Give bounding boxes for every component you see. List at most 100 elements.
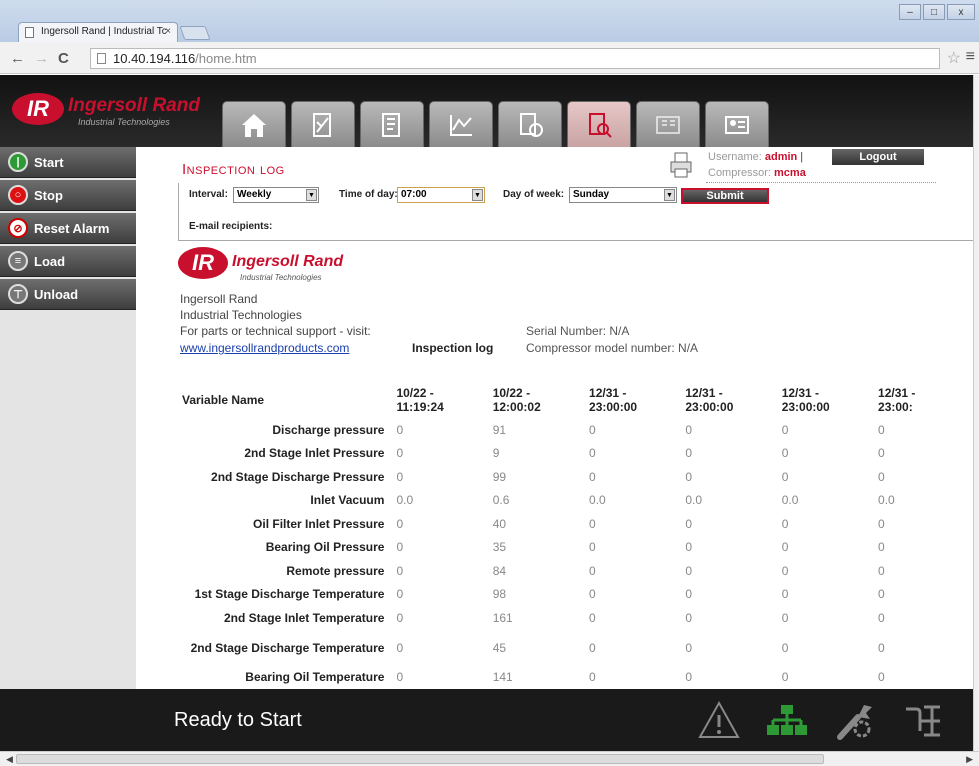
- value-cell: 35: [492, 540, 507, 555]
- value-cell: 0: [781, 446, 789, 461]
- menu-icon[interactable]: ≡: [966, 48, 975, 66]
- stop-button[interactable]: ○ Stop: [0, 180, 136, 211]
- column-header-time: 23:00:00: [781, 400, 830, 414]
- vertical-scrollbar[interactable]: [973, 75, 979, 751]
- tab-maintenance[interactable]: [636, 101, 700, 147]
- value-cell: 0.0: [589, 493, 606, 508]
- chevron-down-icon: ▼: [472, 189, 483, 201]
- reload-icon[interactable]: C: [58, 50, 69, 67]
- inspection-icon: [589, 112, 612, 138]
- value-cell: 0: [685, 540, 693, 555]
- value-cell: 0: [781, 540, 789, 555]
- bookmark-star-icon[interactable]: ☆: [947, 48, 961, 68]
- back-arrow-icon[interactable]: ←: [10, 50, 25, 67]
- column-header: 12/31 -23:00:00: [782, 382, 878, 418]
- maintenance-icon[interactable]: [900, 697, 946, 743]
- value-cell: 0: [878, 540, 885, 555]
- footer-icons: [696, 697, 946, 743]
- stop-label: Stop: [34, 187, 63, 203]
- value-cell: 0: [396, 670, 404, 685]
- value-cell: 40: [492, 516, 507, 531]
- value-cell: 0: [589, 446, 596, 461]
- day-select[interactable]: Sunday ▼: [569, 187, 677, 203]
- value-cell: 0: [396, 516, 404, 531]
- tab-trend[interactable]: [429, 101, 493, 147]
- column-header: 12/31 -23:00:00: [685, 382, 781, 418]
- network-icon[interactable]: [764, 697, 810, 743]
- value-cell: 0: [396, 563, 404, 578]
- scroll-left-arrow-icon[interactable]: ◀: [6, 754, 13, 765]
- variable-name-cell: Oil Filter Inlet Pressure: [253, 516, 385, 531]
- load-icon: ≡: [8, 251, 28, 271]
- table-row: Inlet Vacuum 0.0 0.6 0.0 0.0 0.0 0.0: [180, 489, 973, 513]
- tab-close-icon[interactable]: ×: [165, 26, 171, 37]
- time-select[interactable]: 07:00 ▼: [397, 187, 485, 203]
- horizontal-scrollbar[interactable]: ◀ ▶: [0, 751, 979, 766]
- page-icon: [25, 27, 34, 38]
- value-cell: 0: [589, 469, 596, 484]
- chevron-down-icon: ▼: [664, 189, 675, 201]
- scroll-thumb[interactable]: [16, 754, 824, 764]
- service-icon[interactable]: [832, 697, 878, 743]
- tab-settings[interactable]: [360, 101, 424, 147]
- forward-arrow-icon[interactable]: →: [34, 50, 49, 67]
- unload-button[interactable]: ⊤ Unload: [0, 279, 136, 310]
- tab-schedule[interactable]: [498, 101, 562, 147]
- warning-icon[interactable]: [696, 697, 742, 743]
- value-cell: 0: [781, 670, 789, 685]
- table-row: 2nd Stage Discharge Pressure 0 99 0 0 0 0: [180, 465, 973, 489]
- value-cell: 161: [492, 610, 513, 625]
- variable-name-cell: 2nd Stage Discharge Pressure: [211, 469, 385, 484]
- value-cell: 0: [685, 469, 693, 484]
- start-button[interactable]: | Start: [0, 147, 136, 178]
- load-button[interactable]: ≡ Load: [0, 246, 136, 277]
- logout-button[interactable]: Logout: [832, 149, 924, 165]
- variable-name-cell: 1st Stage Discharge Temperature: [194, 587, 385, 602]
- minimize-button[interactable]: –: [899, 4, 921, 20]
- value-cell: 0: [878, 640, 885, 655]
- maximize-button[interactable]: □: [923, 4, 945, 20]
- submit-button[interactable]: Submit: [681, 188, 769, 204]
- browser-tab[interactable]: Ingersoll Rand | Industrial Tc ×: [18, 22, 178, 42]
- machine-status: Ready to Start: [174, 709, 302, 731]
- close-window-button[interactable]: x: [947, 4, 975, 20]
- variable-name-cell: 2nd Stage Discharge Temperature: [190, 640, 385, 655]
- column-header-time: 23:00:00: [589, 400, 638, 414]
- printer-icon[interactable]: [669, 151, 693, 179]
- tab-status[interactable]: [291, 101, 355, 147]
- logo-mark: IR: [12, 93, 64, 125]
- table-row: Bearing Oil Pressure 0 35 0 0 0 0: [180, 536, 973, 560]
- reset-alarm-button[interactable]: ⊘ Reset Alarm: [0, 213, 136, 244]
- main-nav-tabs: [222, 101, 769, 147]
- page-title: Inspection log: [182, 161, 285, 178]
- variable-name-header: Variable Name: [182, 393, 265, 407]
- interval-select[interactable]: Weekly ▼: [233, 187, 319, 203]
- table-row: Bearing Oil Temperature 0 141 0 0 0 0: [180, 666, 973, 690]
- column-header-date: 10/22 -: [396, 386, 434, 400]
- inspection-table: Variable Name 10/22 -11:19:24 10/22 -12:…: [180, 382, 973, 689]
- tab-user[interactable]: [705, 101, 769, 147]
- scroll-right-arrow-icon[interactable]: ▶: [966, 754, 973, 765]
- load-label: Load: [34, 253, 66, 269]
- app-header: IR Ingersoll Rand Industrial Technologie…: [0, 75, 973, 147]
- value-cell: 0: [878, 422, 885, 437]
- support-link[interactable]: www.ingersollrandproducts.com: [180, 341, 349, 355]
- column-header-date: 10/22 -: [492, 386, 531, 400]
- tab-home[interactable]: [222, 101, 286, 147]
- column-header: 10/22 -11:19:24: [396, 382, 492, 418]
- table-header-row: Variable Name 10/22 -11:19:24 10/22 -12:…: [180, 382, 973, 418]
- column-header-date: 12/31 -: [781, 386, 820, 400]
- value-cell: 0: [685, 587, 693, 602]
- start-label: Start: [34, 154, 64, 170]
- value-cell: 0: [396, 610, 404, 625]
- tab-inspection[interactable]: [567, 101, 631, 147]
- table-row: 2nd Stage Inlet Pressure 0 9 0 0 0 0: [180, 442, 973, 466]
- report-brand-name: Ingersoll Rand: [232, 253, 344, 270]
- new-tab-button[interactable]: [179, 26, 211, 40]
- status-icon: [313, 112, 331, 137]
- email-recipients-label: E-mail recipients:: [189, 221, 273, 232]
- value-cell: 0: [878, 469, 885, 484]
- address-bar[interactable]: 10.40.194.116/home.htm: [90, 48, 940, 69]
- brand-subtitle: Industrial Technologies: [78, 117, 170, 127]
- value-cell: 0: [589, 610, 596, 625]
